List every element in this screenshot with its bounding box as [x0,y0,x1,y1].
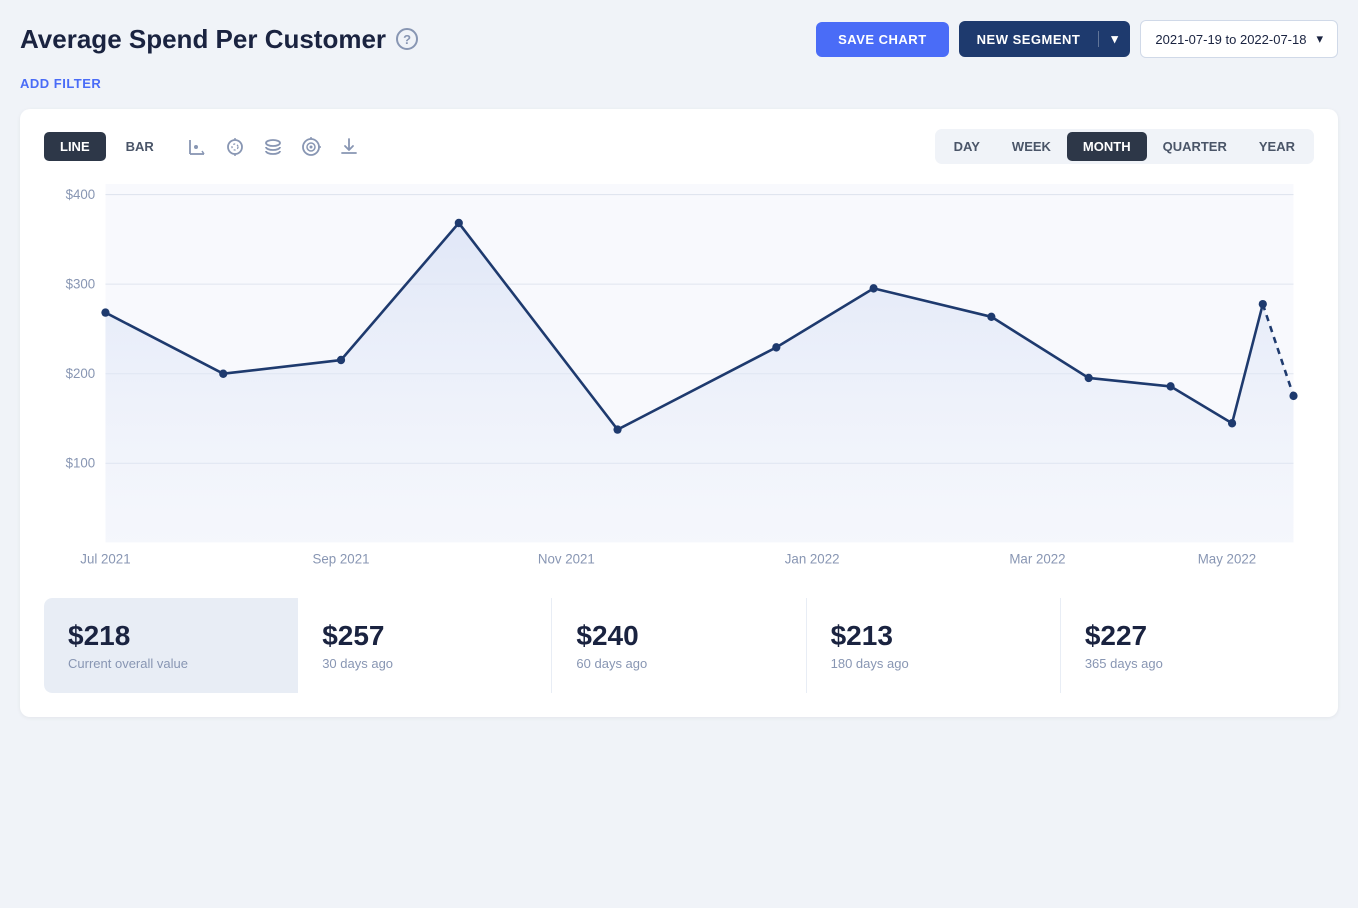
stat-current: $218 Current overall value [44,598,298,693]
svg-text:May 2022: May 2022 [1198,551,1256,566]
svg-text:$200: $200 [66,366,96,381]
svg-text:$400: $400 [66,187,96,202]
stat-label-180: 180 days ago [831,656,1036,671]
chart-card: LINE BAR [20,109,1338,717]
stat-365days: $227 365 days ago [1061,598,1314,693]
target-icon-button[interactable] [300,136,322,158]
stat-value-180: $213 [831,620,1036,652]
stack-icon-button[interactable] [262,136,284,158]
stat-value-current: $218 [68,620,273,652]
svg-text:$300: $300 [66,276,96,291]
stat-60days: $240 60 days ago [552,598,806,693]
axes-icon [186,136,208,158]
chart-svg: $400 $300 $200 $100 [44,184,1314,574]
svg-text:Jan 2022: Jan 2022 [785,551,840,566]
download-icon-button[interactable] [338,136,360,158]
left-toolbar: LINE BAR [44,132,360,161]
save-chart-button[interactable]: SAVE CHART [816,22,949,57]
week-button[interactable]: WEEK [996,132,1067,161]
svg-text:Sep 2021: Sep 2021 [313,551,370,566]
month-button[interactable]: MONTH [1067,132,1147,161]
stat-label-current: Current overall value [68,656,273,671]
stat-180days: $213 180 days ago [807,598,1061,693]
target-icon [300,136,322,158]
chart-icon-group [186,136,360,158]
axes-icon-button[interactable] [186,136,208,158]
clock-icon-button[interactable] [224,136,246,158]
stat-value-30: $257 [322,620,527,652]
day-button[interactable]: DAY [938,132,996,161]
stat-30days: $257 30 days ago [298,598,552,693]
stack-icon [262,136,284,158]
stat-label-60: 60 days ago [576,656,781,671]
bar-chart-button[interactable]: BAR [110,132,170,161]
page-title: Average Spend Per Customer [20,24,386,55]
add-filter-button[interactable]: ADD FILTER [20,76,1338,91]
new-segment-button[interactable]: NEW SEGMENT ▾ [959,21,1131,57]
stat-value-365: $227 [1085,620,1290,652]
date-range-text: 2021-07-19 to 2022-07-18 [1155,32,1306,47]
stat-label-30: 30 days ago [322,656,527,671]
year-button[interactable]: YEAR [1243,132,1311,161]
segment-chevron-icon[interactable]: ▾ [1098,31,1130,47]
new-segment-label: NEW SEGMENT [959,32,1099,47]
help-icon[interactable]: ? [396,28,418,50]
stats-row: $218 Current overall value $257 30 days … [44,598,1314,693]
page-container: Average Spend Per Customer ? SAVE CHART … [20,20,1338,717]
svg-text:$100: $100 [66,455,96,470]
chart-toolbar: LINE BAR [44,129,1314,164]
header: Average Spend Per Customer ? SAVE CHART … [20,20,1338,58]
title-area: Average Spend Per Customer ? [20,24,418,55]
svg-text:Jul 2021: Jul 2021 [80,551,130,566]
line-chart-button[interactable]: LINE [44,132,106,161]
chart-type-group: LINE BAR [44,132,170,161]
download-icon [338,136,360,158]
stat-label-365: 365 days ago [1085,656,1290,671]
stat-value-60: $240 [576,620,781,652]
header-actions: SAVE CHART NEW SEGMENT ▾ 2021-07-19 to 2… [816,20,1338,58]
quarter-button[interactable]: QUARTER [1147,132,1243,161]
date-range-button[interactable]: 2021-07-19 to 2022-07-18 ▾ [1140,20,1338,58]
chart-area: $400 $300 $200 $100 [44,184,1314,574]
clock-icon [224,136,246,158]
svg-text:Mar 2022: Mar 2022 [1009,551,1065,566]
svg-text:Nov 2021: Nov 2021 [538,551,595,566]
date-chevron-icon: ▾ [1316,31,1323,47]
time-period-group: DAY WEEK MONTH QUARTER YEAR [935,129,1314,164]
